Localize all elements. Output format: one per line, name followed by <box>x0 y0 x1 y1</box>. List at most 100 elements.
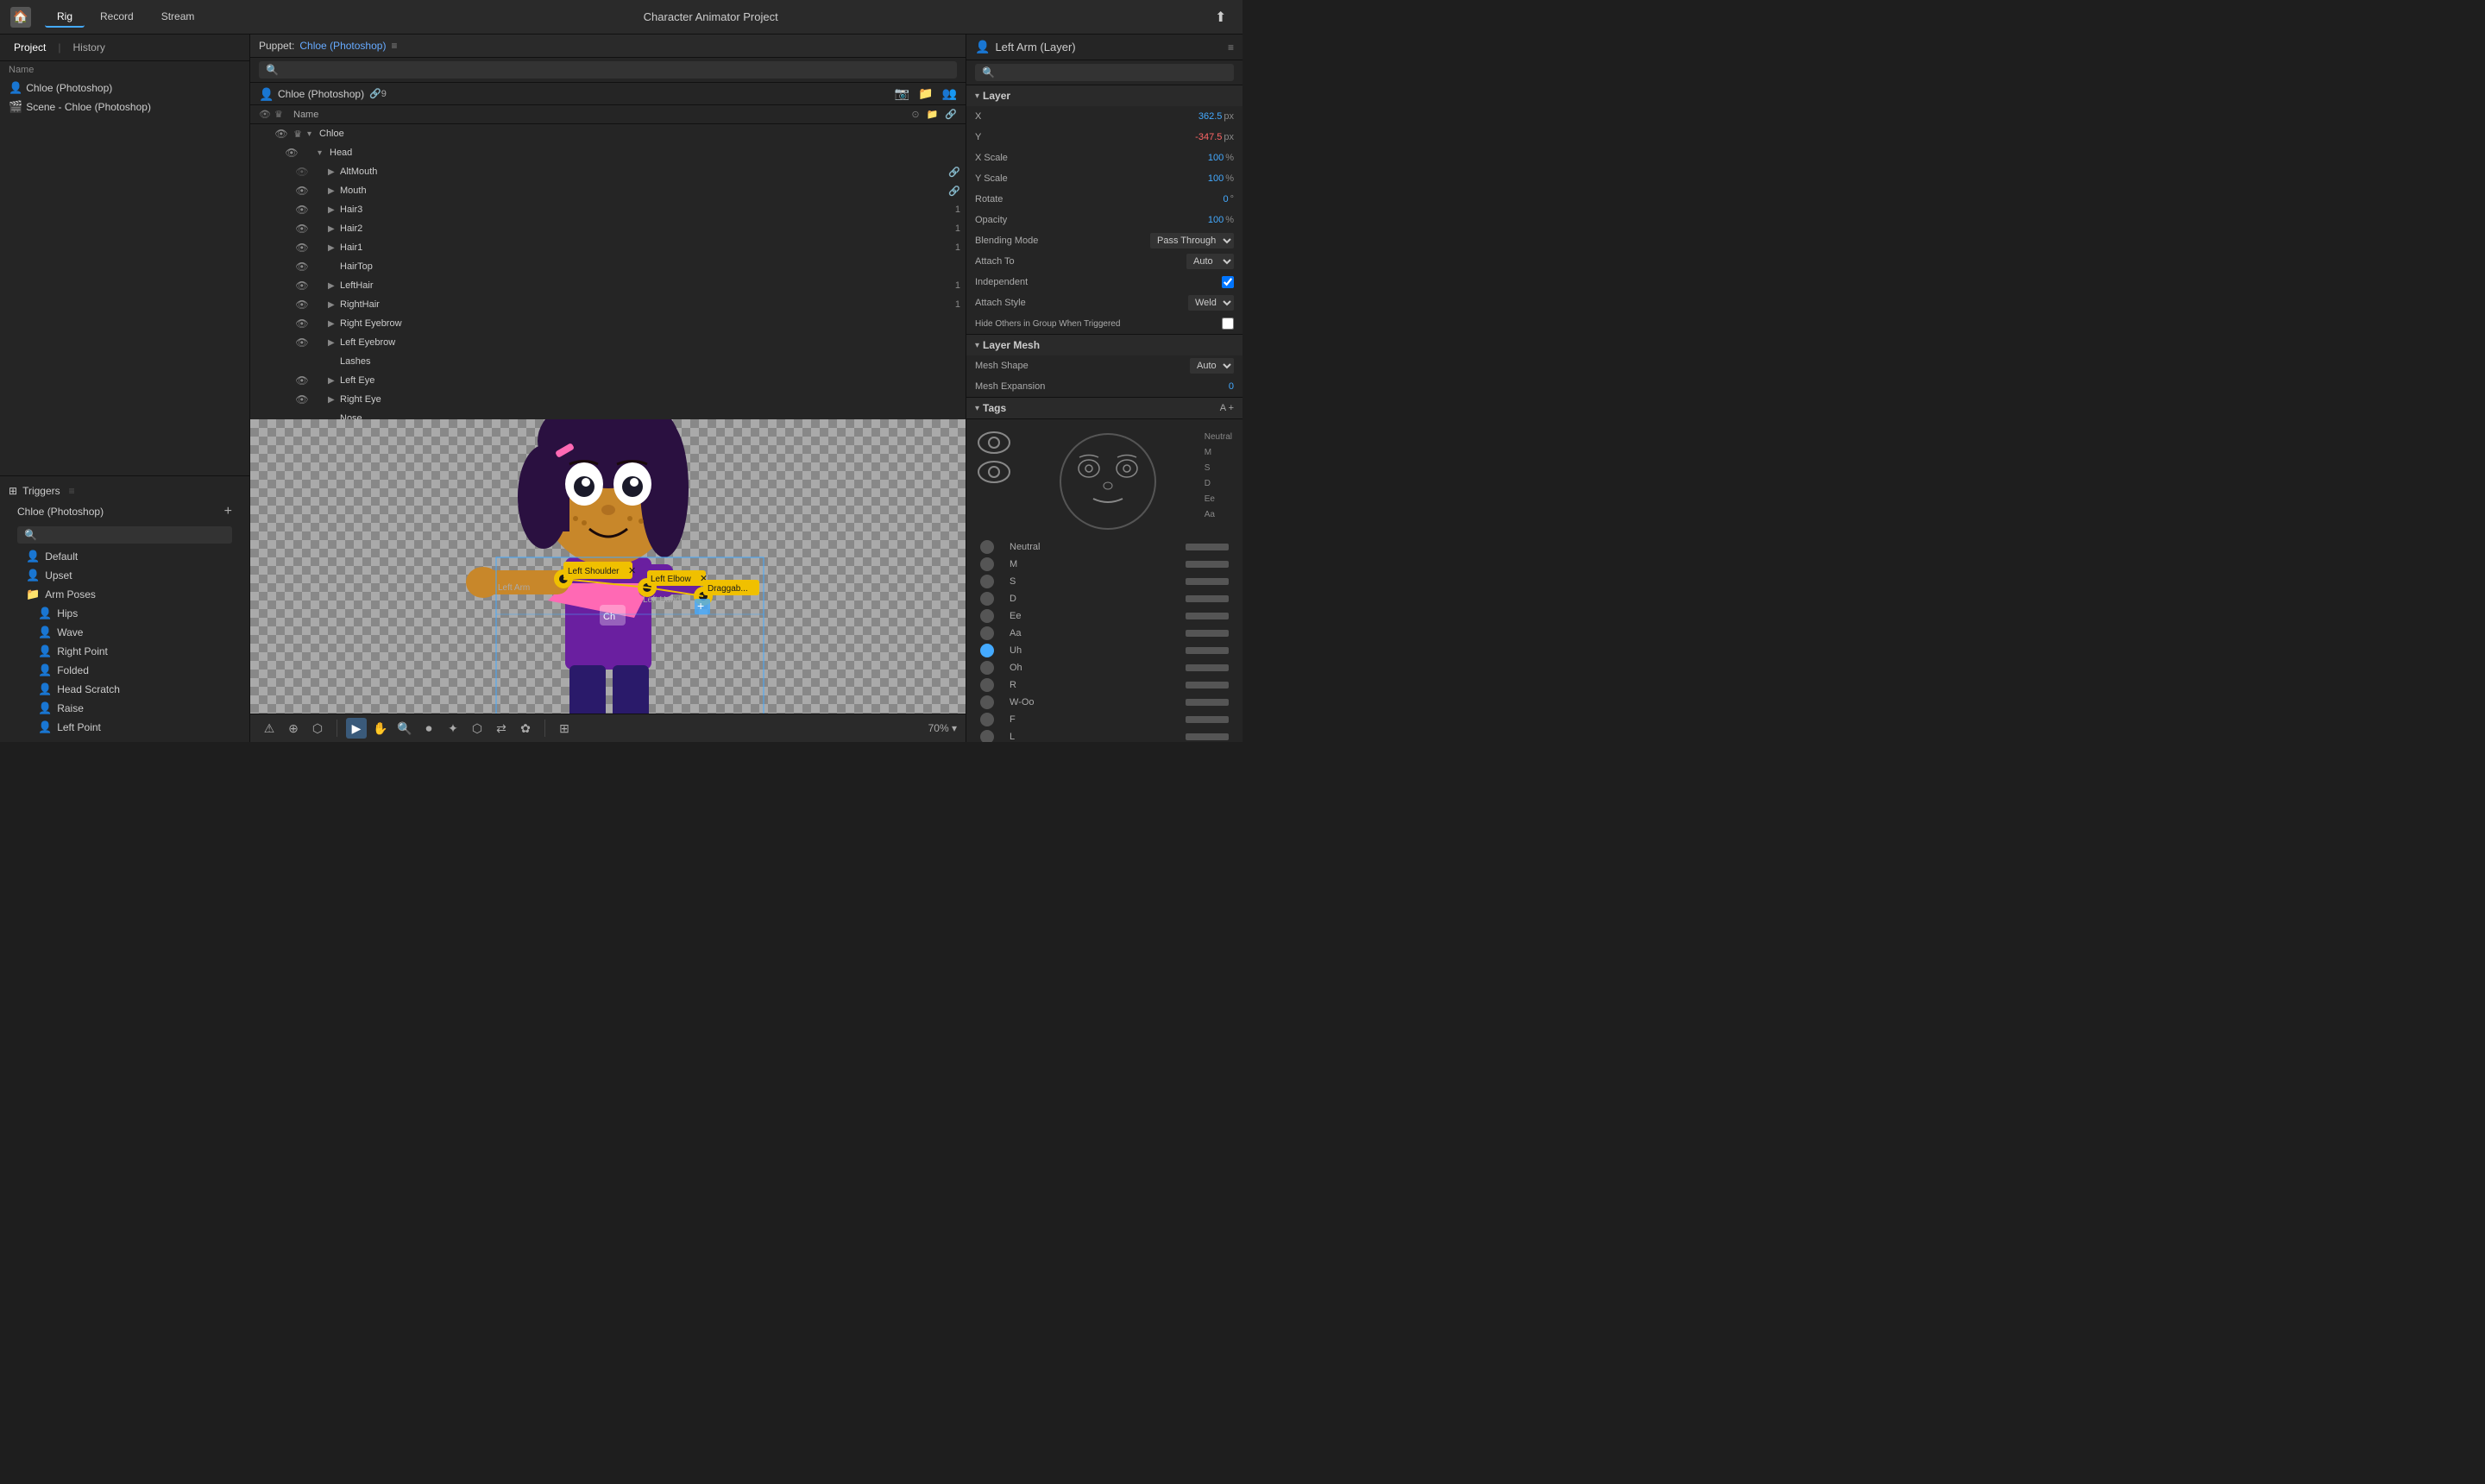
trigger-folded[interactable]: 👤 Folded <box>9 661 241 680</box>
blending-mode-select[interactable]: Pass Through Normal Multiply Screen <box>1150 233 1234 248</box>
viseme-r-dot[interactable] <box>980 678 994 692</box>
layers-cam-icon[interactable]: ⊙ <box>911 109 919 120</box>
viseme-s-dot[interactable] <box>980 575 994 588</box>
opacity-prop-row: Opacity 100 % <box>966 210 1242 230</box>
pin-tool-button[interactable]: ✦ <box>443 718 463 739</box>
viseme-d-name: D <box>1010 594 1182 604</box>
trigger-upset[interactable]: 👤 Upset <box>9 566 241 585</box>
export-icon[interactable]: ⬆ <box>1215 9 1232 26</box>
viseme-m-dot[interactable] <box>980 557 994 571</box>
trigger-raise[interactable]: 👤 Raise <box>9 699 241 718</box>
xscale-value[interactable]: 100 <box>1208 153 1224 163</box>
puppet-header-name[interactable]: Chloe (Photoshop) <box>299 40 386 52</box>
trigger-default-icon: 👤 <box>26 550 40 563</box>
viseme-aa-dot[interactable] <box>980 626 994 640</box>
trigger-default[interactable]: 👤 Default <box>9 547 241 566</box>
mesh-shape-select[interactable]: Auto <box>1190 358 1234 374</box>
tab-history[interactable]: History <box>67 40 110 55</box>
mesh-tool-button[interactable]: ⬡ <box>467 718 488 739</box>
layer-section-header[interactable]: ▾ Layer <box>966 85 1242 106</box>
puppet-chloe[interactable]: 👤 Chloe (Photoshop) <box>0 79 249 97</box>
folder-icon[interactable]: 📁 <box>918 86 933 101</box>
zoom-dropdown-icon[interactable]: ▾ <box>952 722 957 734</box>
trigger-search-input[interactable] <box>17 526 232 544</box>
trigger-wave[interactable]: 👤 Wave <box>9 623 241 642</box>
viseme-oh-dot[interactable] <box>980 661 994 675</box>
attach-style-select[interactable]: Weld Pin <box>1188 295 1234 311</box>
layers-folder-icon[interactable]: 📁 <box>927 109 939 120</box>
mesh-expansion-value[interactable]: 0 <box>1229 381 1234 392</box>
handle-tool-button[interactable]: ✿ <box>515 718 536 739</box>
viseme-uh-dot[interactable] <box>980 644 994 657</box>
y-value[interactable]: -347.5 <box>1195 132 1222 142</box>
layers-link-icon[interactable]: 🔗 <box>945 109 957 120</box>
viseme-woo-dot[interactable] <box>980 695 994 709</box>
puppet-menu-icon[interactable]: ≡ <box>391 40 397 52</box>
independent-checkbox[interactable] <box>1222 276 1234 288</box>
layer-nose[interactable]: 👁 Nose <box>250 409 966 419</box>
arrow-tool-button[interactable]: ▶ <box>346 718 367 739</box>
layer-mesh-header[interactable]: ▾ Layer Mesh <box>966 335 1242 355</box>
tab-stream[interactable]: Stream <box>149 7 207 28</box>
trigger-left-point-icon: 👤 <box>38 720 52 734</box>
puppet-search-input[interactable] <box>259 61 957 79</box>
trigger-left-point[interactable]: 👤 Left Point <box>9 718 241 737</box>
viseme-ee-dot[interactable] <box>980 609 994 623</box>
trigger-head-scratch[interactable]: 👤 Head Scratch <box>9 680 241 699</box>
canvas-content[interactable]: ✕✕ ✕✕ <box>250 419 966 714</box>
viseme-f-dot[interactable] <box>980 713 994 726</box>
hide-others-checkbox[interactable] <box>1222 318 1234 330</box>
viseme-d-dot[interactable] <box>980 592 994 606</box>
layer-mouth[interactable]: 👁 ▶ Mouth 🔗 <box>250 181 966 200</box>
puppet-icon: 👤 <box>9 81 22 95</box>
face-center <box>1018 430 1198 533</box>
layer-hair2[interactable]: 👁 ▶ Hair2 1 <box>250 219 966 238</box>
scene-chloe[interactable]: 🎬 Scene - Chloe (Photoshop) <box>0 97 249 116</box>
tags-header[interactable]: ▾ Tags A + <box>966 398 1242 418</box>
right-tools: ▶ ✋ 🔍 ⏺ ✦ ⬡ ⇄ ✿ <box>346 718 536 739</box>
viseme-l-dot[interactable] <box>980 730 994 742</box>
layer-lefthair[interactable]: 👁 ▶ LeftHair 1 <box>250 276 966 295</box>
zoom-tool-button[interactable]: 🔍 <box>394 718 415 739</box>
layer-hairtop[interactable]: 👁 HairTop <box>250 257 966 276</box>
properties-menu-icon[interactable]: ≡ <box>1228 41 1234 53</box>
tab-rig[interactable]: Rig <box>45 7 85 28</box>
layer-hair3[interactable]: 👁 ▶ Hair3 1 <box>250 200 966 219</box>
layer-right-eyebrow[interactable]: 👁 ▶ Right Eyebrow <box>250 314 966 333</box>
x-value[interactable]: 362.5 <box>1198 111 1223 122</box>
layer-left-eyebrow[interactable]: 👁 ▶ Left Eyebrow <box>250 333 966 352</box>
viseme-neutral-dot[interactable] <box>980 540 994 554</box>
swap-tool-button[interactable]: ⇄ <box>491 718 512 739</box>
grid-tool-button[interactable]: ⊞ <box>554 718 575 739</box>
person-icon[interactable]: 👥 <box>942 86 957 101</box>
layer-left-eye[interactable]: 👁 ▶ Left Eye <box>250 371 966 390</box>
add-trigger-button[interactable]: + <box>224 504 232 519</box>
trigger-hips[interactable]: 👤 Hips <box>9 604 241 623</box>
layer-righthair[interactable]: 👁 ▶ RightHair 1 <box>250 295 966 314</box>
trigger-arm-poses[interactable]: 📁 Arm Poses <box>9 585 241 604</box>
rotate-value[interactable]: 0 <box>1223 194 1228 204</box>
tab-project[interactable]: Project <box>9 40 51 55</box>
layer-lashes[interactable]: 👁 Lashes <box>250 352 966 371</box>
trigger-right-point[interactable]: 👤 Right Point <box>9 642 241 661</box>
layer-altmouth[interactable]: 👁 ▶ AltMouth 🔗 <box>250 162 966 181</box>
layer-hair1[interactable]: 👁 ▶ Hair1 1 <box>250 238 966 257</box>
warning-tool-button[interactable]: ⚠ <box>259 718 280 739</box>
opacity-value[interactable]: 100 <box>1208 215 1224 225</box>
attach-to-select[interactable]: Auto Head Body <box>1186 254 1234 269</box>
layer-chloe[interactable]: 👁 ♛ ▾ Chloe <box>250 124 966 143</box>
record-tool-button[interactable]: ⏺ <box>418 718 439 739</box>
camera-icon[interactable]: 📷 <box>895 86 909 101</box>
home-icon[interactable]: 🏠 <box>10 7 31 28</box>
tab-record[interactable]: Record <box>88 7 146 28</box>
hand-tool-button[interactable]: ✋ <box>370 718 391 739</box>
xscale-unit: % <box>1225 153 1234 163</box>
tags-add-button[interactable]: A + <box>1220 403 1234 413</box>
layer-head[interactable]: 👁 ▾ Head <box>250 143 966 162</box>
anchor-tool-button[interactable]: ⊕ <box>283 718 304 739</box>
properties-search-input[interactable] <box>975 64 1234 81</box>
yscale-value[interactable]: 100 <box>1208 173 1224 184</box>
layer-right-eye[interactable]: 👁 ▶ Right Eye <box>250 390 966 409</box>
viseme-m-name: M <box>1010 559 1182 569</box>
hex-tool-button[interactable]: ⬡ <box>307 718 328 739</box>
